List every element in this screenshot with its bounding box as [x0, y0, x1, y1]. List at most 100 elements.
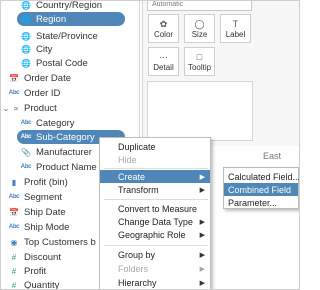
menu-item-label: Convert to Measure	[118, 203, 198, 214]
abc-icon: Abc	[8, 224, 20, 230]
color-button[interactable]: ✿ Color	[148, 14, 179, 43]
detail-label: Detail	[153, 63, 174, 72]
menu-separator	[104, 245, 208, 246]
field-label: Sub-Category	[36, 131, 95, 143]
field-manufacturer[interactable]: 📎 Manufacturer	[19, 144, 92, 160]
hash-icon: #	[11, 252, 17, 262]
size-icon: ◯	[194, 19, 205, 29]
mark-type-dropdown[interactable]: Automatic	[147, 1, 252, 11]
field-top-customers[interactable]: ◉ Top Customers b	[7, 234, 96, 250]
globe-icon: 🌐	[21, 14, 31, 24]
field-region[interactable]: 🌐 Region	[19, 11, 66, 27]
hash-icon: #	[11, 280, 17, 290]
hierarchy-icon: ∝	[13, 103, 19, 113]
field-label: Profit	[24, 265, 47, 277]
menu-item-label: Folders	[118, 263, 149, 274]
field-profit-bin[interactable]: ▮ Profit (bin)	[7, 174, 68, 190]
mark-type-value: Automatic	[152, 1, 184, 8]
label-label: Label	[225, 30, 246, 39]
field-postal-code[interactable]: 🌐 Postal Code	[19, 55, 88, 71]
field-ship-date[interactable]: 📅 Ship Date	[7, 204, 66, 220]
menu-item-folders: Folders ▶	[100, 262, 210, 275]
detail-icon: ⋯	[159, 52, 168, 62]
menu-item-create[interactable]: Create ▶	[100, 170, 210, 183]
field-label: Region	[36, 13, 67, 25]
field-label: Category	[36, 117, 75, 129]
tableau-workspace: 🌐 Country/Region 🌐 Region 🌐 State/Provin…	[0, 0, 300, 290]
abc-icon: Abc	[20, 134, 32, 140]
field-ship-mode[interactable]: Abc Ship Mode	[7, 219, 70, 235]
submenu-item-combined-field[interactable]: Combined Field	[224, 183, 298, 196]
color-label: Color	[153, 30, 174, 39]
field-label: Order ID	[24, 87, 61, 99]
field-label: Country/Region	[36, 1, 103, 11]
field-context-menu: Duplicate Hide Create ▶ Transform ▶ Conv…	[99, 137, 211, 289]
tooltip-button[interactable]: □ Tooltip	[184, 47, 215, 76]
menu-item-hide: Hide	[100, 153, 210, 166]
submenu-item-calculated-field[interactable]: Calculated Field...	[224, 170, 300, 183]
menu-item-group-by[interactable]: Group by ▶	[100, 248, 210, 261]
menu-item-transform[interactable]: Transform ▶	[100, 183, 210, 196]
chevron-right-icon: ▶	[199, 218, 205, 226]
menu-item-label: Duplicate	[118, 141, 156, 152]
abc-icon: Abc	[20, 120, 32, 126]
field-label: Top Customers b	[24, 236, 96, 248]
field-label: Product Name	[36, 161, 97, 173]
marks-drop-area[interactable]	[147, 81, 253, 141]
submenu-item-label: Parameter...	[228, 197, 278, 208]
color-icon: ✿	[159, 19, 168, 29]
menu-item-hierarchy[interactable]: Hierarchy ▶	[100, 276, 210, 289]
field-segment[interactable]: Abc Segment	[7, 189, 62, 205]
label-button[interactable]: T Label	[220, 14, 251, 43]
detail-button[interactable]: ⋯ Detail	[148, 47, 179, 76]
menu-item-duplicate[interactable]: Duplicate	[100, 140, 210, 153]
field-label: Manufacturer	[36, 146, 92, 158]
calendar-icon: 📅	[9, 73, 19, 83]
abc-icon: Abc	[20, 164, 32, 170]
menu-item-change-data-type[interactable]: Change Data Type ▶	[100, 215, 210, 228]
chevron-right-icon: ▶	[199, 265, 205, 273]
field-label: Ship Mode	[24, 221, 70, 233]
field-label: Order Date	[24, 72, 71, 84]
menu-item-label: Transform	[118, 184, 159, 195]
field-label: Postal Code	[36, 57, 88, 69]
field-product-name[interactable]: Abc Product Name	[19, 159, 97, 175]
paperclip-icon: 📎	[21, 147, 31, 157]
globe-icon: 🌐	[21, 44, 31, 54]
field-product-hierarchy[interactable]: ⌄ ∝ Product	[1, 100, 57, 116]
globe-icon: 🌐	[21, 58, 31, 68]
menu-item-label: Hierarchy	[118, 277, 157, 288]
menu-item-label: Group by	[118, 249, 156, 260]
menu-item-convert-to-measure[interactable]: Convert to Measure	[100, 202, 210, 215]
submenu-item-parameter[interactable]: Parameter...	[224, 196, 298, 209]
field-order-id[interactable]: Abc Order ID	[7, 85, 61, 101]
size-button[interactable]: ◯ Size	[184, 14, 215, 43]
field-label: Product	[24, 102, 57, 114]
field-order-date[interactable]: 📅 Order Date	[7, 70, 71, 86]
field-label: State/Province	[36, 30, 98, 42]
label-icon: T	[232, 19, 239, 29]
menu-item-geographic-role[interactable]: Geographic Role ▶	[100, 228, 210, 241]
field-label: City	[36, 43, 53, 55]
menu-item-label: Create	[118, 171, 146, 182]
tooltip-icon: □	[196, 52, 203, 62]
field-quantity[interactable]: # Quantity	[7, 277, 60, 290]
field-label: Segment	[24, 191, 63, 203]
field-sub-category[interactable]: Abc Sub-Category	[19, 129, 95, 145]
submenu-item-label: Calculated Field...	[228, 171, 300, 182]
submenu-item-label: Combined Field	[228, 184, 292, 195]
chevron-right-icon: ▶	[199, 279, 205, 287]
set-icon: ◉	[10, 237, 18, 247]
field-label: Discount	[24, 251, 61, 263]
chevron-right-icon: ▶	[199, 173, 205, 181]
bin-icon: ▮	[11, 177, 17, 187]
field-label: Ship Date	[24, 206, 66, 218]
globe-icon: 🌐	[21, 1, 31, 10]
header-value-label: East	[263, 151, 282, 161]
chevron-down-icon[interactable]: ⌄	[1, 104, 11, 113]
tooltip-label: Tooltip	[187, 63, 212, 72]
menu-item-label: Change Data Type	[118, 216, 193, 227]
menu-item-label: Geographic Role	[118, 229, 186, 240]
abc-icon: Abc	[8, 90, 20, 96]
hash-icon: #	[11, 266, 17, 276]
